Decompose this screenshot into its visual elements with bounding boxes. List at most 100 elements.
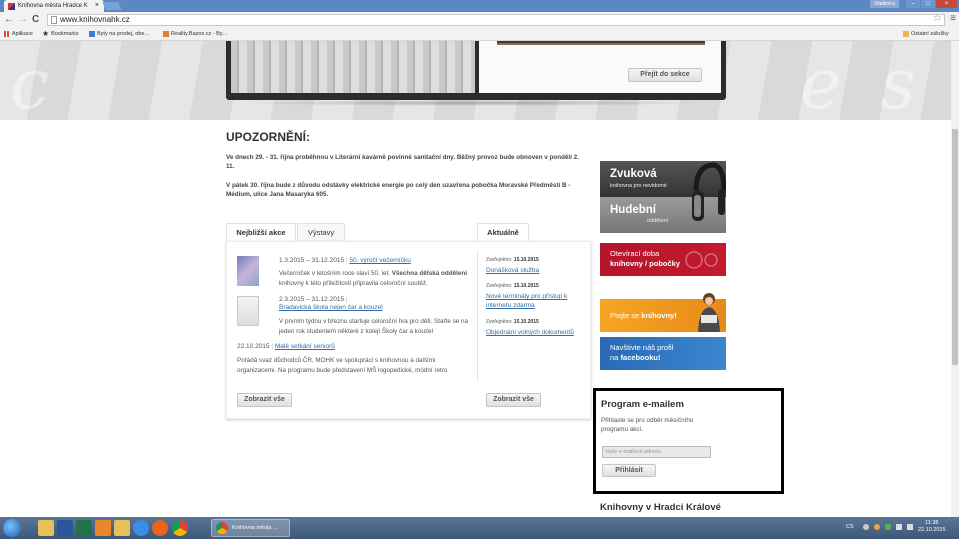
news-date: Zveřejněno: 15.10.2015 xyxy=(486,257,539,263)
book-left-page xyxy=(231,41,475,93)
event-date: 1.3.2015 – 31.12.2015 | 50. výročí večer… xyxy=(279,257,411,264)
banner-decoration: e xyxy=(800,43,842,125)
event-thumbnail[interactable] xyxy=(237,256,259,286)
library-favicon-icon xyxy=(8,3,15,10)
taskbar-active-window[interactable]: Knihovna města ... xyxy=(211,519,290,537)
site-favicon-icon xyxy=(163,31,169,37)
banner-decoration: c xyxy=(10,43,50,125)
event-title-row: Bradavická škola nejen čar a kouzel xyxy=(279,304,383,311)
tab-exhibitions[interactable]: Výstavy xyxy=(297,223,345,242)
word-icon[interactable] xyxy=(57,520,73,536)
tab-nearest-events[interactable]: Nejbližší akce xyxy=(226,223,296,242)
profile-name[interactable]: Vladimíra xyxy=(869,0,899,8)
audio-library-title: Zvuková xyxy=(610,168,657,180)
event-description: Pořádá svaz důchodců ČR, MOHK ve spolupr… xyxy=(237,357,448,374)
notice-title: UPOZORNĚNÍ: xyxy=(226,130,310,144)
apps-grid-icon xyxy=(4,31,10,37)
star-icon: ★ xyxy=(42,29,50,38)
internet-explorer-icon[interactable] xyxy=(133,520,149,536)
page-scrollbar[interactable] xyxy=(951,41,959,517)
chrome-icon[interactable] xyxy=(172,520,188,536)
audio-library-banner[interactable]: Zvuková knihovna pro nevidomé Hudební od… xyxy=(600,161,726,233)
music-dept-subtitle: oddělení xyxy=(647,218,669,224)
email-program-box: Program e-mailem Přihlaste se pro odběr … xyxy=(593,388,784,494)
minimize-button[interactable]: – xyxy=(906,0,920,8)
news-date: Zveřejněno: 15.10.2015 xyxy=(486,319,539,325)
folder-icon[interactable] xyxy=(114,520,130,536)
bookmark-byty[interactable]: Byty na prodej, obe… xyxy=(89,28,150,40)
show-all-news-button[interactable]: Zobrazit vše xyxy=(486,393,541,407)
facebook-banner[interactable]: Navštivte náš profil na facebooku! xyxy=(600,337,726,370)
web-page: c e s Přejít do sekce UPOZORNĚNÍ: Ve dne… xyxy=(0,41,951,517)
tray-icon[interactable] xyxy=(874,524,880,530)
maximize-button[interactable]: □ xyxy=(921,0,935,8)
subscribe-button[interactable]: Přihlásit xyxy=(602,464,656,477)
event-link[interactable]: 50. výročí večerníčku xyxy=(349,257,410,264)
header-banner: c e s Přejít do sekce xyxy=(0,41,951,125)
forward-arrow-icon[interactable]: → xyxy=(18,14,28,26)
browser-tab[interactable]: Knihovna města Hradce K × xyxy=(4,0,104,12)
window-titlebar: Knihovna města Hradce K × Vladimíra – □ … xyxy=(0,0,959,12)
tab-close-icon[interactable]: × xyxy=(95,0,99,12)
notice-paragraph: Ve dnech 29. - 31. října proběhnou v Lit… xyxy=(226,154,579,170)
windows-taskbar: Knihovna města ... CS 11:38 22.10.2015 xyxy=(0,517,959,539)
show-all-events-button[interactable]: Zobrazit vše xyxy=(237,393,292,407)
libraries-heading: Knihovny v Hradci Králové xyxy=(600,502,721,513)
event-description: Večerníček v letošním roce slaví 50. let… xyxy=(279,270,467,287)
browser-toolbar: ← → C www.knihovnahk.cz ☆ ≡ xyxy=(0,12,959,28)
news-link[interactable]: Objednání volných dokumentů xyxy=(486,328,581,337)
news-link[interactable]: Nové terminály pro přístup k internetu z… xyxy=(486,292,581,310)
panel-divider xyxy=(477,250,478,382)
go-to-section-button[interactable]: Přejít do sekce xyxy=(628,68,702,82)
taskbar-clock[interactable]: 11:38 22.10.2015 xyxy=(918,520,946,534)
audio-library-subtitle: knihovna pro nevidomé xyxy=(610,183,667,189)
explorer-icon[interactable] xyxy=(38,520,54,536)
page-icon xyxy=(51,16,57,24)
clock-pattern-icon xyxy=(685,251,718,269)
reload-icon[interactable]: C xyxy=(32,14,39,26)
url-text: www.knihovnahk.cz xyxy=(60,15,130,24)
start-button[interactable] xyxy=(3,519,21,537)
bookmark-reality[interactable]: Reality.Bazos.cz - By… xyxy=(163,28,228,40)
chrome-menu-icon[interactable]: ≡ xyxy=(950,13,956,24)
outlook-icon[interactable] xyxy=(95,520,111,536)
tray-icon[interactable] xyxy=(863,524,869,530)
ask-library-text: Ptejte se knihovny! xyxy=(610,311,677,320)
new-tab-button[interactable] xyxy=(102,2,122,10)
language-indicator[interactable]: CS xyxy=(846,524,854,530)
bookmark-apps[interactable]: Aplikace xyxy=(4,28,33,40)
email-program-text: Přihlaste se pro odběr měsíčního program… xyxy=(601,417,694,433)
events-panel: 1.3.2015 – 31.12.2015 | 50. výročí večer… xyxy=(226,241,591,419)
news-link[interactable]: Donášková služba xyxy=(486,266,581,275)
event-link[interactable]: Bradavická škola nejen čar a kouzel xyxy=(279,304,383,311)
tab-news[interactable]: Aktuálně xyxy=(477,223,529,242)
email-input[interactable]: Vaše e-mailová adresa xyxy=(602,446,711,458)
event-thumbnail[interactable] xyxy=(237,296,259,326)
network-icon[interactable] xyxy=(907,524,913,530)
back-arrow-icon[interactable]: ← xyxy=(4,14,14,26)
headphones-icon xyxy=(692,162,726,221)
event-date: 22.10.2015 | Malé setkání seniorů xyxy=(237,343,335,350)
opening-hours-banner[interactable]: Otevírací doba knihovny / pobočky xyxy=(600,243,726,276)
ask-library-banner[interactable]: Ptejte se knihovny! xyxy=(600,293,726,332)
music-dept-title: Hudební xyxy=(610,204,656,216)
clock-date: 22.10.2015 xyxy=(918,527,946,533)
tab-title: Knihovna města Hradce K xyxy=(18,3,88,9)
email-program-title: Program e-mailem xyxy=(601,399,684,410)
facebook-line2: na facebooku! xyxy=(610,353,661,362)
excel-icon[interactable] xyxy=(76,520,92,536)
bookmark-bookmarks[interactable]: ★ Bookmarks xyxy=(42,28,79,40)
event-link[interactable]: Malé setkání seniorů xyxy=(275,343,335,350)
bookmark-star-icon[interactable]: ☆ xyxy=(933,14,942,24)
news-date: Zveřejněno: 15.10.2015 xyxy=(486,283,539,289)
scrollbar-thumb[interactable] xyxy=(952,129,958,365)
event-date: 2.3.2015 – 31.12.2015 | xyxy=(279,296,348,303)
tray-icon[interactable] xyxy=(885,524,891,530)
bookmarks-bar: Aplikace ★ Bookmarks Byty na prodej, obe…… xyxy=(0,28,959,41)
event-description: V prvním týdnu v březnu startuje celoroč… xyxy=(279,318,469,335)
other-bookmarks[interactable]: Ostatní záložky xyxy=(903,28,949,40)
firefox-icon[interactable] xyxy=(152,520,168,536)
volume-icon[interactable] xyxy=(896,524,902,530)
close-window-button[interactable]: × xyxy=(936,0,957,8)
address-bar[interactable]: www.knihovnahk.cz ☆ xyxy=(47,14,945,26)
